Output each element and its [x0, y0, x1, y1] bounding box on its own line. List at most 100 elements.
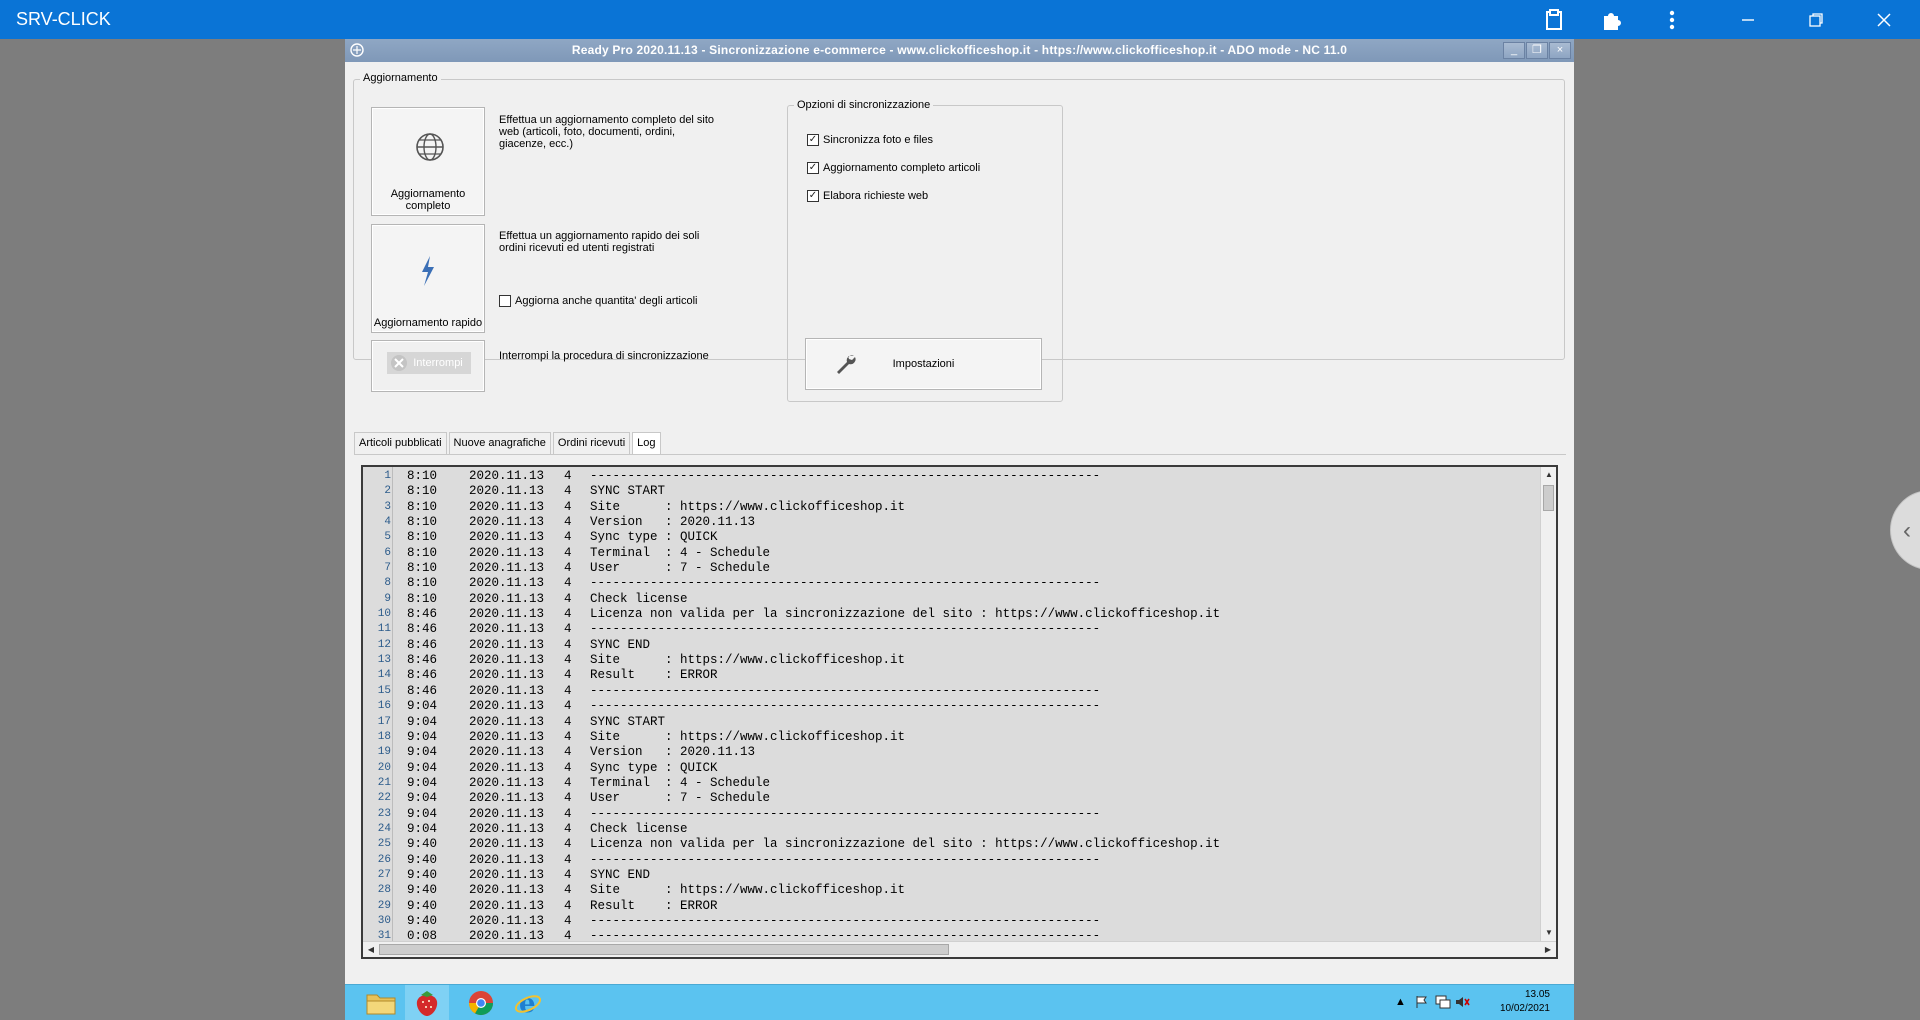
settings-button[interactable]: Impostazioni: [805, 338, 1042, 390]
flag-icon[interactable]: [1415, 995, 1429, 1009]
tab-log[interactable]: Log: [632, 432, 661, 454]
log-terminal: 4: [564, 867, 572, 882]
vertical-scroll-thumb[interactable]: [1543, 485, 1554, 511]
log-date: 2020.11.13: [469, 469, 545, 483]
log-date: 2020.11.13: [469, 745, 545, 760]
window-close-button[interactable]: ×: [1549, 42, 1571, 59]
log-date: 2020.11.13: [469, 837, 545, 852]
log-terminal: 4: [564, 668, 572, 683]
log-date: 2020.11.13: [469, 791, 545, 806]
line-number: 8: [384, 577, 391, 590]
horizontal-scroll-thumb[interactable]: [379, 944, 949, 955]
tab-published-articles[interactable]: Articoli pubblicati: [354, 432, 447, 454]
internet-explorer-icon[interactable]: e: [506, 985, 550, 1020]
update-quantity-checkbox-box[interactable]: [499, 295, 511, 307]
log-time: 9:04: [407, 714, 438, 729]
log-terminal: 4: [564, 745, 572, 760]
log-terminal: 4: [564, 837, 572, 852]
log-panel[interactable]: 1 8:10 2020.11.13 4 ------------------------…: [361, 465, 1558, 959]
restore-icon[interactable]: [1801, 5, 1831, 35]
log-row: 24 9:04 2020.11.13 4 Check license: [363, 822, 1541, 837]
update-quantity-checkbox-label: Aggiorna anche quantita' degli articoli: [515, 295, 698, 307]
more-vertical-icon[interactable]: [1657, 5, 1687, 35]
web-requests-checkbox[interactable]: ✓ Elabora richieste web: [807, 190, 928, 202]
scroll-left-icon[interactable]: ◀: [363, 942, 379, 957]
log-message: ----------------------------------------…: [590, 852, 1101, 867]
log-terminal: 4: [564, 852, 572, 867]
log-message: Site : https://www.clickofficeshop.it: [590, 883, 906, 898]
full-articles-checkbox-label: Aggiornamento completo articoli: [823, 162, 981, 174]
log-time: 9:40: [407, 867, 438, 882]
log-date: 2020.11.13: [469, 775, 545, 790]
log-date: 2020.11.13: [469, 852, 545, 867]
file-explorer-icon[interactable]: [359, 985, 403, 1020]
log-row: 3 8:10 2020.11.13 4 Site : https://www.click…: [363, 500, 1541, 515]
log-row: 10 8:46 2020.11.13 4 Licenza non valida per …: [363, 607, 1541, 622]
update-quantity-checkbox[interactable]: Aggiorna anche quantita' degli articoli: [499, 295, 698, 307]
strawberry-app-icon[interactable]: [405, 985, 449, 1020]
web-requests-checkbox-box[interactable]: ✓: [807, 190, 819, 202]
log-terminal: 4: [564, 699, 572, 714]
log-message: Result : ERROR: [590, 898, 718, 913]
volume-muted-icon[interactable]: [1455, 995, 1471, 1009]
log-date: 2020.11.13: [469, 576, 545, 591]
full-articles-checkbox-box[interactable]: ✓: [807, 162, 819, 174]
network-icon[interactable]: [1435, 995, 1451, 1009]
taskbar: e ▲ 13.05 10/02/2021: [345, 984, 1574, 1020]
log-row: 11 8:46 2020.11.13 4 -----------------------…: [363, 622, 1541, 637]
log-message: Licenza non valida per la sincronizzazio…: [590, 607, 1221, 622]
log-terminal: 4: [564, 499, 572, 514]
window-minimize-button[interactable]: _: [1503, 42, 1525, 59]
log-row: 20 9:04 2020.11.13 4 Sync type : QUICK: [363, 761, 1541, 776]
log-message: Result : ERROR: [590, 668, 718, 683]
quick-update-button[interactable]: Aggiornamento rapido: [371, 224, 485, 333]
log-message: Terminal : 4 - Schedule: [590, 775, 771, 790]
horizontal-scrollbar[interactable]: ◀ ▶: [363, 941, 1556, 957]
log-row: 21 9:04 2020.11.13 4 Terminal : 4 - Schedule: [363, 776, 1541, 791]
scroll-up-icon[interactable]: ▲: [1541, 467, 1556, 483]
log-terminal: 4: [564, 484, 572, 499]
sync-photos-checkbox-box[interactable]: ✓: [807, 134, 819, 146]
log-date: 2020.11.13: [469, 622, 545, 637]
log-date: 2020.11.13: [469, 821, 545, 836]
log-terminal: 4: [564, 683, 572, 698]
cancel-icon: [391, 355, 407, 371]
sync-photos-checkbox-label: Sincronizza foto e files: [823, 134, 934, 146]
log-message: SYNC END: [590, 867, 651, 882]
log-terminal: 4: [564, 561, 572, 576]
window-restore-button[interactable]: ❐: [1526, 42, 1548, 59]
minimize-icon[interactable]: [1733, 5, 1763, 35]
log-terminal: 4: [564, 775, 572, 790]
side-panel-toggle[interactable]: ‹: [1890, 490, 1920, 570]
clipboard-icon[interactable]: [1539, 5, 1569, 35]
log-time: 9:04: [407, 821, 438, 836]
puzzle-icon[interactable]: [1597, 5, 1627, 35]
taskbar-clock[interactable]: 13.05 10/02/2021: [1500, 988, 1550, 1016]
log-message: SYNC END: [590, 637, 651, 652]
log-terminal: 4: [564, 913, 572, 928]
close-icon[interactable]: [1869, 5, 1899, 35]
log-time: 8:10: [407, 469, 438, 483]
log-time: 9:40: [407, 852, 438, 867]
scroll-down-icon[interactable]: ▼: [1541, 925, 1556, 941]
sync-photos-checkbox[interactable]: ✓ Sincronizza foto e files: [807, 134, 933, 146]
chrome-icon[interactable]: [459, 985, 503, 1020]
line-number: 25: [377, 838, 391, 851]
log-time: 9:40: [407, 883, 438, 898]
interrupt-button[interactable]: Interrompi: [371, 340, 485, 392]
log-terminal: 4: [564, 806, 572, 821]
sync-options-group: Opzioni di sincronizzazione ✓ Sincronizz…: [787, 99, 1063, 402]
tray-expand-icon[interactable]: ▲: [1395, 996, 1406, 1008]
tab-new-contacts[interactable]: Nuove anagrafiche: [448, 432, 551, 454]
scroll-right-icon[interactable]: ▶: [1540, 942, 1556, 957]
line-number: 21: [377, 776, 391, 789]
vertical-scrollbar[interactable]: ▲ ▼: [1540, 467, 1556, 941]
tab-received-orders[interactable]: Ordini ricevuti: [552, 432, 631, 454]
full-articles-checkbox[interactable]: ✓ Aggiornamento completo articoli: [807, 162, 980, 174]
full-update-label: Aggiornamento completo: [390, 188, 466, 212]
full-update-button[interactable]: Aggiornamento completo: [371, 107, 485, 216]
log-date: 2020.11.13: [469, 499, 545, 514]
log-terminal: 4: [564, 515, 572, 530]
log-message: ----------------------------------------…: [590, 699, 1101, 714]
line-number: 10: [377, 608, 391, 621]
